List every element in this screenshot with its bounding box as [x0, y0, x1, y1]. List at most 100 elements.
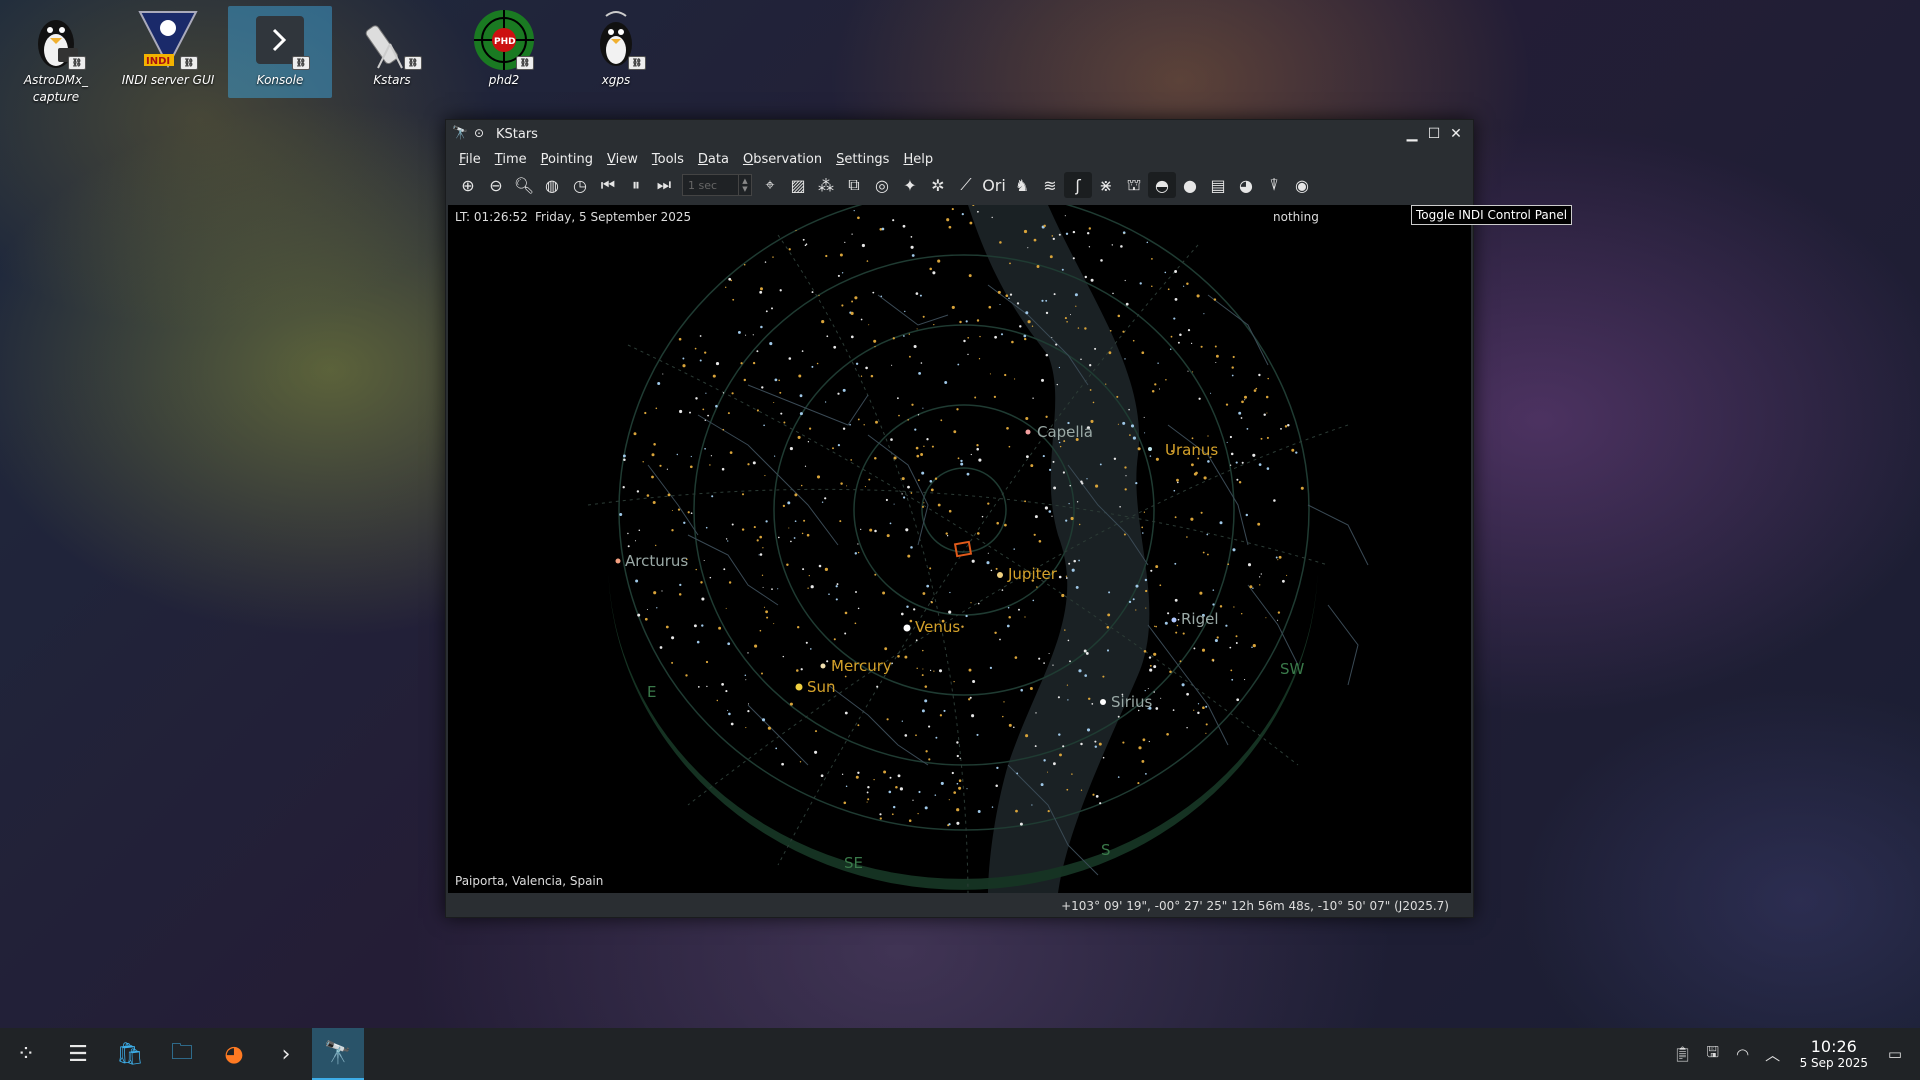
task-switcher-icon[interactable]: ☰: [52, 1028, 104, 1080]
ground-icon[interactable]: ⛫: [1120, 172, 1148, 198]
desk-label: Kstars: [373, 73, 411, 87]
milky-way-icon[interactable]: ≋: [1036, 172, 1064, 198]
horizontal-grid-icon[interactable]: ⋇: [1092, 172, 1120, 198]
menu-observation[interactable]: Observation: [736, 152, 829, 167]
label-uranus[interactable]: Uranus: [1165, 441, 1218, 459]
desktop-icon-kstars[interactable]: ⛓ Kstars: [340, 6, 444, 89]
desktop-icon-astrodmx[interactable]: ⛓ AstroDMx_ capture: [4, 6, 108, 106]
star: [960, 462, 964, 466]
star: [689, 411, 691, 414]
label-sirius[interactable]: Sirius: [1111, 693, 1152, 711]
star: [1277, 611, 1281, 614]
star: [905, 528, 909, 532]
constellation-names-icon[interactable]: Ori: [980, 172, 1008, 198]
satellite-icon[interactable]: ✲: [924, 172, 952, 198]
label-venus[interactable]: Venus: [915, 618, 960, 636]
equatorial-grid-icon[interactable]: ʃ: [1064, 172, 1092, 198]
zoom-in-icon[interactable]: ⊕: [454, 172, 482, 198]
store-icon[interactable]: 🛍︎: [104, 1028, 156, 1080]
menu-settings[interactable]: Settings: [829, 152, 896, 167]
skip-forward-icon[interactable]: ⏭: [650, 172, 678, 198]
deep-sky-icon[interactable]: ⧉: [840, 172, 868, 198]
star-icon[interactable]: ✦: [896, 172, 924, 198]
clock[interactable]: 10:26 5 Sep 2025: [1788, 1038, 1880, 1071]
titlebar[interactable]: 🔭 ⊙ KStars ▁ ☐ ✕: [446, 120, 1473, 148]
star: [933, 670, 935, 672]
image-icon[interactable]: ▨: [784, 172, 812, 198]
sky-map[interactable]: LT: 01:26:52 Friday, 5 September 2025 no…: [448, 205, 1471, 893]
star: [977, 602, 980, 605]
app-launcher-icon[interactable]: ⁘: [0, 1028, 52, 1080]
show-desktop-icon[interactable]: ▭: [1880, 1045, 1910, 1063]
label-mercury[interactable]: Mercury: [831, 657, 892, 675]
hips-icon[interactable]: ▤: [1204, 172, 1232, 198]
menu-help[interactable]: Help: [896, 152, 940, 167]
globe-icon[interactable]: ◍: [538, 172, 566, 198]
menu-file[interactable]: File: [452, 152, 488, 167]
spin-arrows-icon[interactable]: ▲ ▼: [738, 175, 751, 195]
label-sun[interactable]: Sun: [807, 678, 836, 696]
close-button[interactable]: ✕: [1445, 123, 1467, 145]
star: [761, 386, 764, 389]
constellation-art-icon[interactable]: ♞: [1008, 172, 1036, 198]
file-manager-icon[interactable]: 🗀: [156, 1028, 208, 1080]
star: [1238, 411, 1242, 415]
ekos-icon[interactable]: ◕: [1232, 172, 1260, 198]
star: [732, 298, 735, 301]
star: [1095, 484, 1099, 488]
desktop-icon-xgps[interactable]: ⛓ xgps: [564, 6, 668, 89]
galaxy-icon[interactable]: ◎: [868, 172, 896, 198]
menu-data[interactable]: Data: [691, 152, 736, 167]
kstars-window[interactable]: 🔭 ⊙ KStars ▁ ☐ ✕ File Time Pointing View…: [445, 119, 1474, 918]
label-capella[interactable]: Capella: [1037, 423, 1093, 441]
kstars-task-icon[interactable]: 🔭: [312, 1028, 364, 1080]
star: [915, 446, 919, 450]
desktop-icon-phd2[interactable]: PHD ⛓ phd2: [452, 6, 556, 89]
compass-e: E: [647, 683, 657, 701]
menu-time[interactable]: Time: [488, 152, 534, 167]
star: [1124, 358, 1126, 360]
desktop-icon-indi-server[interactable]: INDI ⛓ INDI server GUI: [116, 6, 220, 89]
star: [622, 454, 626, 458]
chevron-up-icon[interactable]: ︿: [1758, 1044, 1788, 1065]
star: [879, 813, 882, 816]
time-step-spinbox[interactable]: 1 sec ▲ ▼: [682, 174, 752, 196]
menu-pointing[interactable]: Pointing: [534, 152, 600, 167]
star: [1179, 333, 1182, 336]
star: [873, 339, 877, 343]
star: [1004, 373, 1007, 377]
star: [874, 529, 877, 533]
minimize-button[interactable]: ▁: [1401, 123, 1423, 145]
label-arcturus[interactable]: Arcturus: [625, 552, 688, 570]
star: [930, 488, 934, 492]
wifi-icon[interactable]: ◠: [1728, 1045, 1758, 1063]
star: [728, 581, 732, 584]
maximize-button[interactable]: ☐: [1423, 123, 1445, 145]
clock-icon[interactable]: ◷: [566, 172, 594, 198]
star: [1125, 302, 1129, 306]
menu-tools[interactable]: Tools: [645, 152, 691, 167]
pause-icon[interactable]: ⏸: [622, 172, 650, 198]
label-jupiter[interactable]: Jupiter: [1008, 565, 1057, 583]
label-rigel[interactable]: Rigel: [1181, 610, 1219, 628]
search-icon[interactable]: 🔍︎: [510, 172, 538, 198]
indi-icon[interactable]: ⍒: [1260, 172, 1288, 198]
observation-icon[interactable]: ◉: [1288, 172, 1316, 198]
star: [1225, 403, 1229, 406]
constellation-lines-icon[interactable]: ⟋: [952, 172, 980, 198]
flags-icon[interactable]: ●: [1176, 172, 1204, 198]
pin-icon[interactable]: ⊙: [474, 126, 490, 142]
clipboard-icon[interactable]: 📋︎: [1668, 1045, 1698, 1063]
menu-view[interactable]: View: [600, 152, 645, 167]
crosshair-icon[interactable]: ⌖: [756, 172, 784, 198]
kstars-app-icon[interactable]: 🔭: [452, 126, 468, 142]
star: [948, 823, 951, 826]
desktop-icon-konsole[interactable]: ⛓ Konsole: [228, 6, 332, 98]
horizon-icon[interactable]: ◓: [1148, 172, 1176, 198]
storage-icon[interactable]: 🖫: [1698, 1042, 1728, 1067]
firefox-icon[interactable]: ◕: [208, 1028, 260, 1080]
zoom-out-icon[interactable]: ⊖: [482, 172, 510, 198]
stars-toggle-icon[interactable]: ⁂: [812, 172, 840, 198]
konsole-task-icon[interactable]: ›: [260, 1028, 312, 1080]
skip-back-icon[interactable]: ⏮: [594, 172, 622, 198]
